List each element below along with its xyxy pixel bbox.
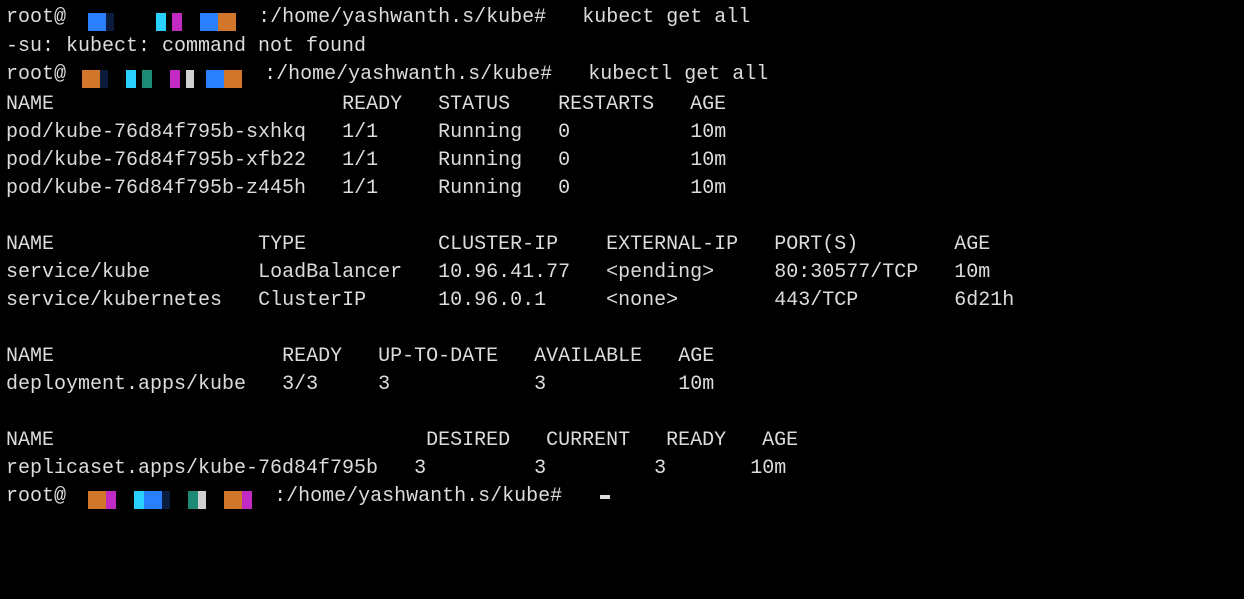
prompt-line-2[interactable]: root@ :/home/yashwanth.s/kube# kubectl g… xyxy=(6,61,1238,90)
services-table: NAME TYPE CLUSTER-IP EXTERNAL-IP PORT(S)… xyxy=(6,231,1238,315)
pods-table: NAME READY STATUS RESTARTS AGE pod/kube-… xyxy=(6,91,1238,203)
prompt-host-redacted-icon xyxy=(82,66,248,84)
table-row: replicaset.apps/kube-76d84f795b 3 3 3 10… xyxy=(6,457,786,480)
error-line: -su: kubect: command not found xyxy=(6,33,1238,61)
table-row: pod/kube-76d84f795b-xfb22 1/1 Running 0 … xyxy=(6,149,726,172)
blank-line xyxy=(6,203,1238,231)
replicaset-table: NAME DESIRED CURRENT READY AGE replicase… xyxy=(6,427,1238,483)
prompt-path: :/home/yashwanth.s/kube# xyxy=(274,485,562,508)
prompt-path: :/home/yashwanth.s/kube# xyxy=(264,63,552,86)
table-header: NAME TYPE CLUSTER-IP EXTERNAL-IP PORT(S)… xyxy=(6,233,990,256)
entered-command-2: kubectl get all xyxy=(588,63,768,86)
table-row: service/kubernetes ClusterIP 10.96.0.1 <… xyxy=(6,289,1014,312)
blank-line xyxy=(6,399,1238,427)
prompt-user: root@ xyxy=(6,485,66,508)
table-header: NAME READY STATUS RESTARTS AGE xyxy=(6,93,726,116)
prompt-line-1[interactable]: root@ :/home/yashwanth.s/kube# kubect ge… xyxy=(6,4,1238,33)
prompt-path: :/home/yashwanth.s/kube# xyxy=(258,6,546,29)
prompt-host-redacted-icon xyxy=(82,488,258,506)
table-row: deployment.apps/kube 3/3 3 3 10m xyxy=(6,373,714,396)
entered-command-1: kubect get all xyxy=(582,6,750,29)
table-row: service/kube LoadBalancer 10.96.41.77 <p… xyxy=(6,261,990,284)
cursor-icon xyxy=(600,495,610,499)
table-header: NAME DESIRED CURRENT READY AGE xyxy=(6,429,798,452)
table-header: NAME READY UP-TO-DATE AVAILABLE AGE xyxy=(6,345,714,368)
prompt-user: root@ xyxy=(6,63,66,86)
prompt-line-3[interactable]: root@ :/home/yashwanth.s/kube# xyxy=(6,483,1238,512)
prompt-user: root@ xyxy=(6,6,66,29)
prompt-host-redacted-icon xyxy=(82,9,242,27)
table-row: pod/kube-76d84f795b-sxhkq 1/1 Running 0 … xyxy=(6,121,726,144)
deployments-table: NAME READY UP-TO-DATE AVAILABLE AGE depl… xyxy=(6,343,1238,399)
table-row: pod/kube-76d84f795b-z445h 1/1 Running 0 … xyxy=(6,177,726,200)
blank-line xyxy=(6,315,1238,343)
